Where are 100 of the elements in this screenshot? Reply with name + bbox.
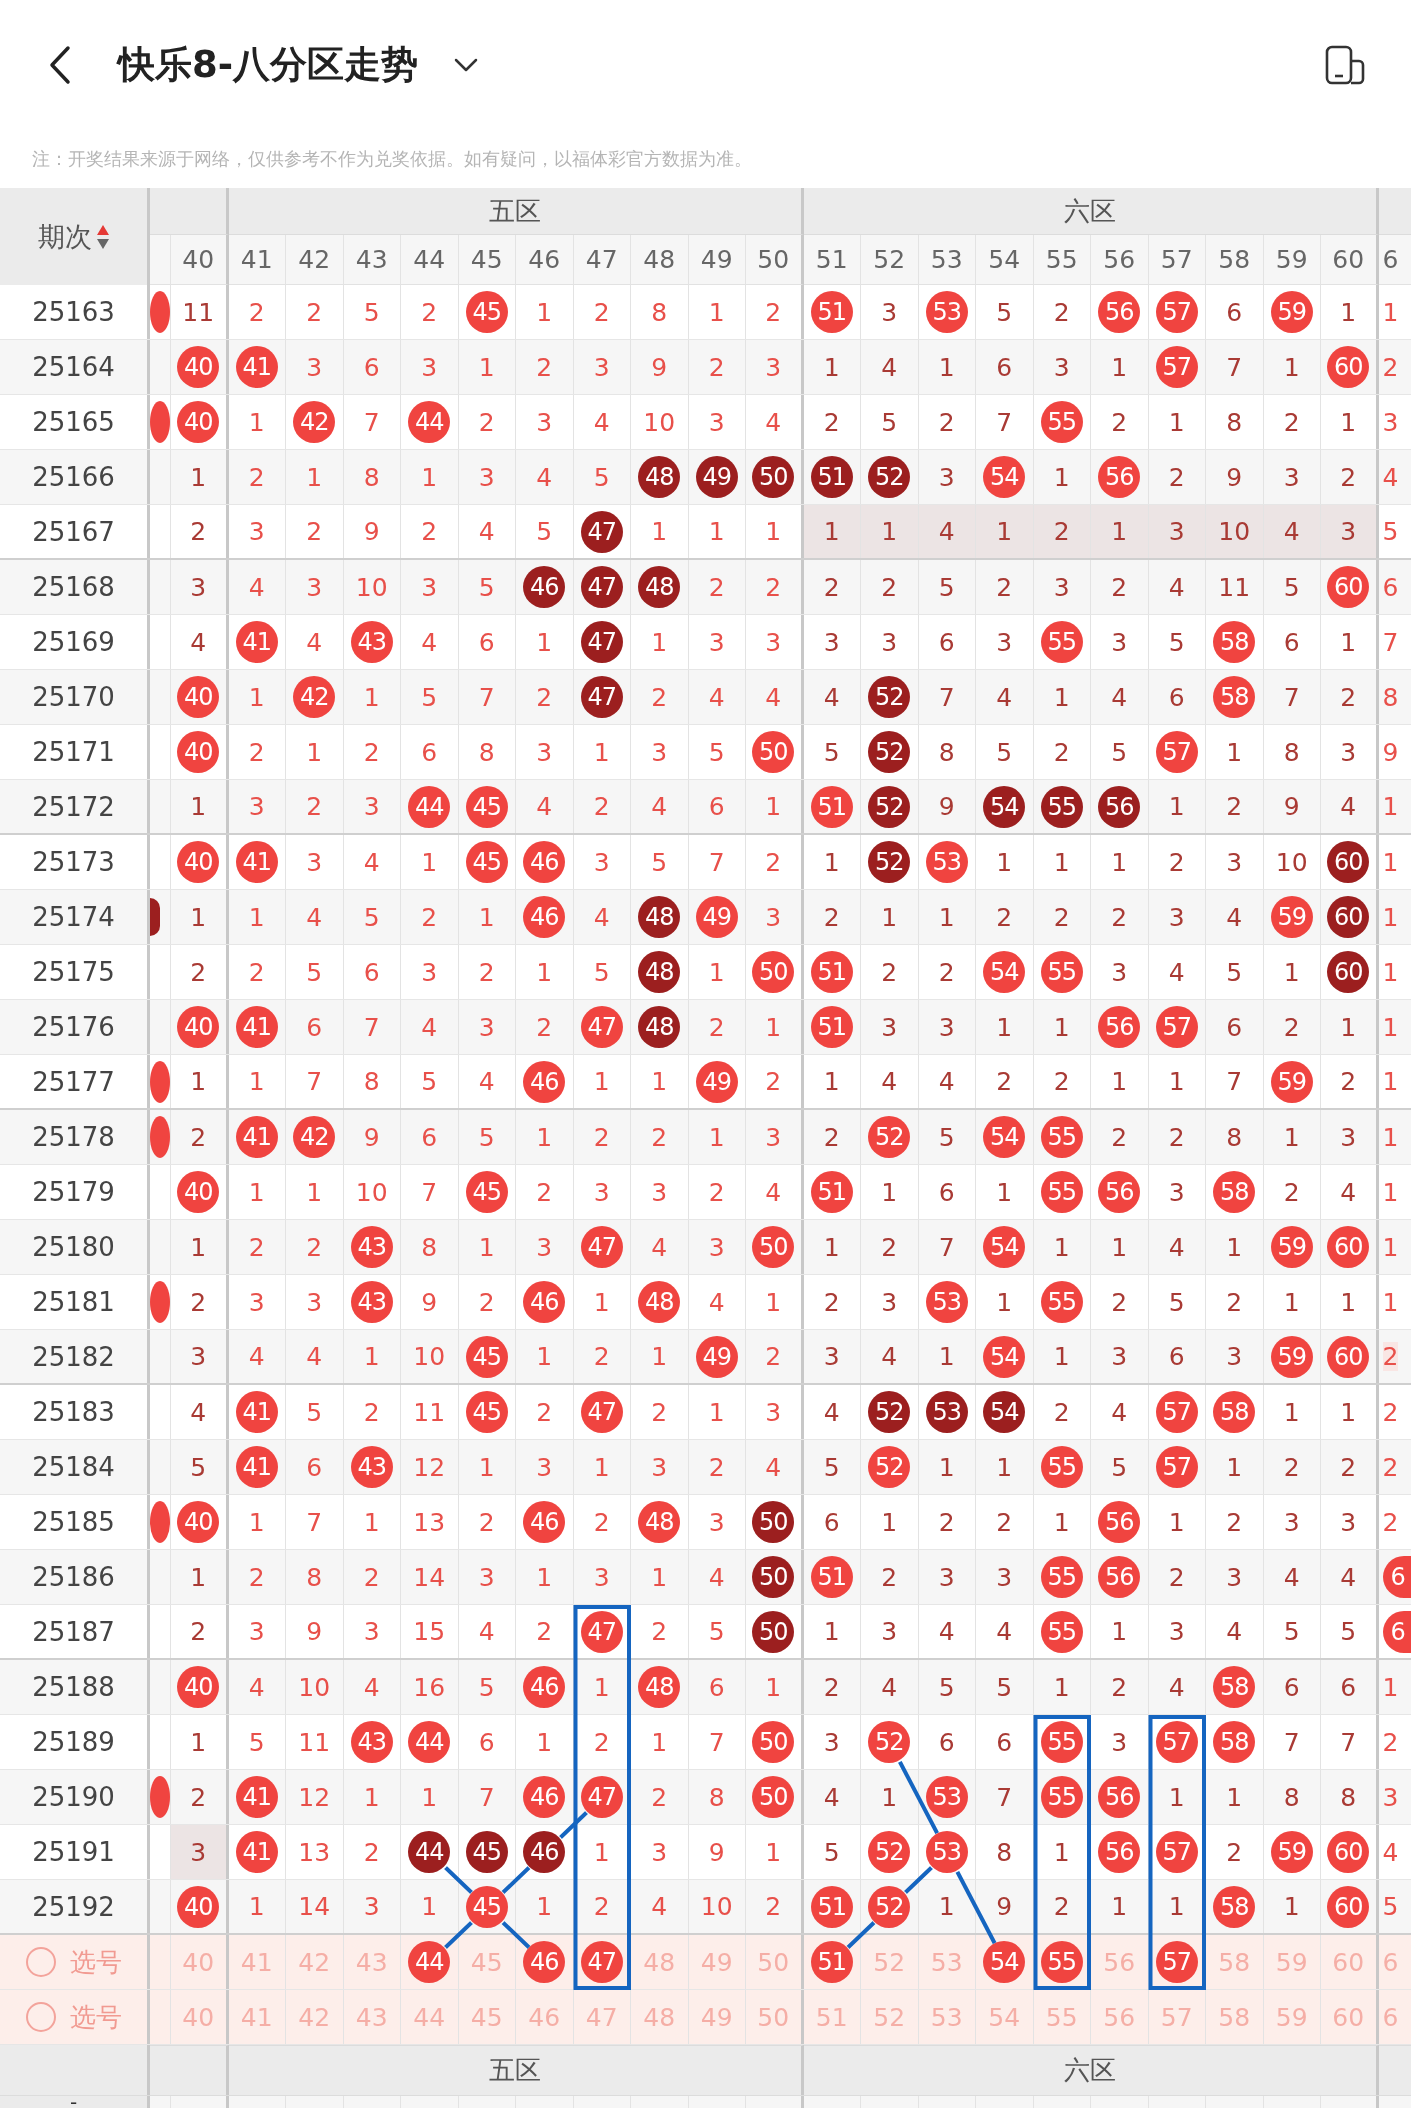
pick-number[interactable]: 52: [861, 1990, 919, 2044]
pick-number[interactable]: 49: [688, 1935, 746, 1989]
miss-count: 1: [918, 1330, 976, 1383]
pick-number[interactable]: 48: [631, 1935, 689, 1989]
miss-count: 8: [918, 725, 976, 779]
miss-count: 8: [286, 1550, 344, 1604]
miss-count: 7: [458, 1770, 516, 1824]
miss-count: 8: [1206, 1110, 1264, 1164]
miss-count: 2: [516, 1000, 574, 1054]
zone-label: 六区: [1063, 2054, 1116, 2087]
column-header: 55: [1033, 235, 1091, 285]
number-ball: 50: [752, 1610, 795, 1653]
miss-count: 2: [688, 340, 746, 394]
miss-count: 1: [458, 1220, 516, 1274]
pick-number[interactable]: 6: [1382, 2002, 1399, 2032]
miss-count: 5: [976, 285, 1034, 339]
miss-count: 1: [918, 1440, 976, 1494]
miss-count: 7: [1263, 1715, 1321, 1769]
number-ball: 54: [983, 1226, 1026, 1268]
pick-number[interactable]: 53: [918, 1935, 976, 1989]
pick-number[interactable]: 56: [1091, 1990, 1149, 2044]
pick-number[interactable]: 43: [343, 1935, 401, 1989]
picked-number-ball[interactable]: 51: [810, 1941, 853, 1983]
issue-column-header[interactable]: 期次: [0, 188, 150, 285]
pick-number[interactable]: 59: [1263, 1990, 1321, 2044]
number-ball: 59: [1270, 896, 1313, 938]
pick-number[interactable]: 58: [1206, 1990, 1264, 2044]
miss-count: 2: [343, 725, 401, 779]
miss-count: 3: [458, 1550, 516, 1604]
number-ball: 60: [1327, 951, 1370, 993]
number-ball: 52: [868, 676, 911, 718]
pick-number[interactable]: 49: [688, 1990, 746, 2044]
number-ball: 49: [695, 1335, 738, 1378]
picked-number-ball[interactable]: 46: [523, 1941, 566, 1983]
pick-number[interactable]: 54: [976, 1990, 1034, 2044]
miss-count: 3: [976, 615, 1034, 669]
pick-number[interactable]: 6: [1382, 1947, 1399, 1977]
pick-number[interactable]: 57: [1148, 1990, 1206, 2044]
number-ball: 55: [1040, 1610, 1083, 1653]
pick-number[interactable]: 41: [228, 1990, 286, 2044]
radio-button[interactable]: [25, 2002, 56, 2032]
pick-number[interactable]: 56: [1091, 1935, 1149, 1989]
pick-number[interactable]: 51: [803, 1990, 861, 2044]
miss-count: 4: [1206, 890, 1264, 944]
pick-number[interactable]: 52: [861, 1935, 919, 1989]
miss-count: 4: [516, 450, 574, 504]
number-ball: 52: [868, 1831, 911, 1873]
pick-number[interactable]: 55: [1033, 1990, 1091, 2044]
column-header: 51: [803, 235, 861, 285]
miss-count: 2: [976, 890, 1034, 944]
chevron-down-icon[interactable]: [454, 58, 479, 72]
number-ball: 41: [235, 1776, 278, 1818]
pick-number[interactable]: 47: [573, 1990, 631, 2044]
miss-count: 4: [918, 1605, 976, 1658]
pick-number[interactable]: 58: [1206, 1935, 1264, 1989]
miss-count: 4: [861, 1055, 919, 1108]
number-ball: 44: [408, 1831, 451, 1873]
miss-count: 4: [1263, 1550, 1321, 1604]
radio-button[interactable]: [25, 1947, 56, 1977]
miss-count: 4: [516, 780, 574, 833]
picked-number-ball[interactable]: 47: [580, 1941, 623, 1983]
miss-count: 2: [458, 1275, 516, 1329]
miss-count: 10: [688, 1880, 746, 1933]
miss-count: 1: [1263, 1110, 1321, 1164]
miss-count: 2: [976, 560, 1034, 614]
miss-count: 3: [286, 340, 344, 394]
miss-count: 1: [573, 1660, 631, 1714]
miss-count: 6: [343, 945, 401, 999]
number-ball: 50: [752, 456, 795, 498]
number-ball: 44: [408, 785, 451, 828]
pick-number[interactable]: 45: [458, 1990, 516, 2044]
pick-number[interactable]: 43: [343, 1990, 401, 2044]
miss-count: 2: [1148, 835, 1206, 889]
miss-count: 4: [343, 835, 401, 889]
miss-count: 1: [516, 285, 574, 339]
pick-number[interactable]: 53: [918, 1990, 976, 2044]
number-ball: 58: [1213, 676, 1256, 718]
pick-number[interactable]: 45: [458, 1935, 516, 1989]
pick-number[interactable]: 59: [1263, 1935, 1321, 1989]
column-header: 48: [631, 235, 689, 285]
number-ball: 51: [810, 1171, 853, 1213]
number-ball: 41: [235, 1831, 278, 1873]
picked-number-ball[interactable]: 44: [408, 1941, 451, 1983]
miss-count: 5: [458, 1110, 516, 1164]
pick-number[interactable]: 42: [286, 1935, 344, 1989]
pick-number[interactable]: 44: [401, 1990, 459, 2044]
device-icon[interactable]: [1324, 45, 1366, 85]
pick-number[interactable]: 41: [228, 1935, 286, 1989]
miss-count: 1: [1148, 780, 1206, 833]
pick-number[interactable]: 46: [516, 1990, 574, 2044]
back-icon[interactable]: [48, 45, 72, 85]
pick-number[interactable]: 48: [631, 1990, 689, 2044]
number-ball: 54: [983, 456, 1026, 498]
miss-count: 1: [1148, 1770, 1206, 1824]
picked-number-ball[interactable]: 54: [983, 1941, 1026, 1983]
picked-number-ball[interactable]: 55: [1040, 1941, 1083, 1983]
number-ball: 48: [638, 566, 681, 608]
number-ball: 45: [465, 1831, 508, 1873]
picked-number-ball[interactable]: 57: [1155, 1941, 1198, 1983]
pick-number[interactable]: 42: [286, 1990, 344, 2044]
